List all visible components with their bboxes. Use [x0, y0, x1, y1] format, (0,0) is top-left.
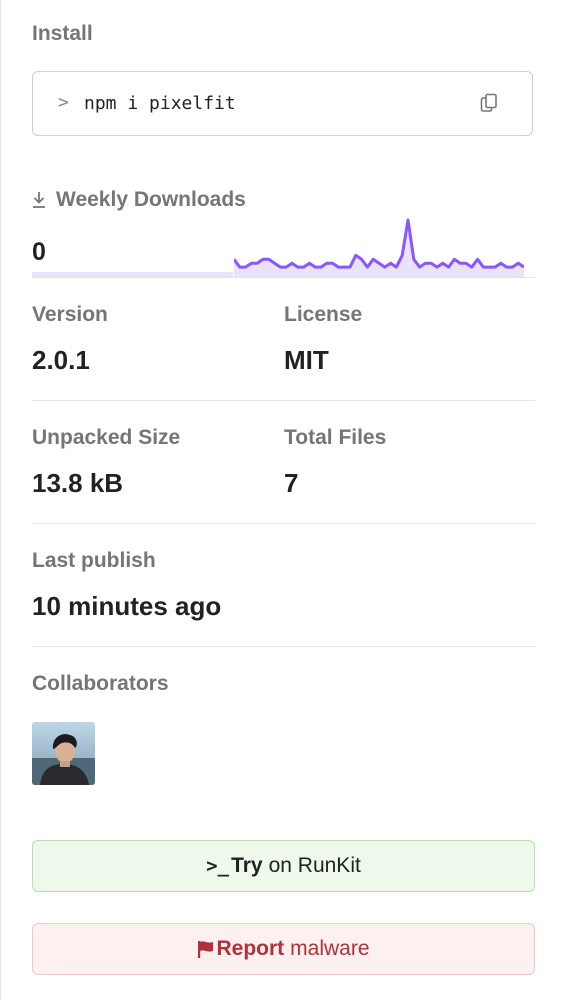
last-publish-label: Last publish: [32, 549, 156, 572]
weekly-downloads-sparkline[interactable]: [234, 212, 524, 278]
terminal-icon: >_: [206, 855, 230, 877]
download-icon: [33, 192, 45, 208]
install-command-box[interactable]: > npm i pixelfit: [32, 71, 533, 136]
sparkline-line: [234, 218, 524, 269]
install-heading: Install: [32, 22, 93, 45]
prompt-chevron-icon: >: [58, 92, 69, 113]
report-button-label: malware: [290, 937, 370, 960]
total-files-label: Total Files: [284, 426, 387, 449]
avatar-image: [32, 722, 95, 785]
unpacked-size-label: Unpacked Size: [32, 426, 181, 449]
version-value: 2.0.1: [32, 345, 90, 375]
divider: [32, 523, 535, 524]
weekly-downloads-heading: Weekly Downloads: [56, 188, 246, 211]
collaborator-avatar[interactable]: [32, 722, 95, 785]
divider: [32, 400, 535, 401]
total-files-value: 7: [284, 468, 299, 498]
license-label: License: [284, 303, 363, 326]
weekly-downloads-heading-row: Weekly Downloads: [32, 188, 246, 212]
sparkline-area: [234, 220, 524, 278]
runkit-button-label: on RunKit: [268, 854, 361, 877]
version-label: Version: [32, 303, 108, 326]
try-on-runkit-button[interactable]: >_ Try on RunKit: [32, 840, 535, 892]
report-button-bold-label: Report: [216, 937, 285, 960]
divider: [32, 646, 535, 647]
install-command-text[interactable]: npm i pixelfit: [84, 93, 236, 114]
collaborators-heading: Collaborators: [32, 672, 169, 695]
last-publish-value: 10 minutes ago: [32, 591, 222, 621]
report-malware-button[interactable]: Report malware: [32, 923, 535, 975]
runkit-button-bold-label: Try: [231, 854, 263, 877]
unpacked-size-value: 13.8 kB: [32, 468, 124, 498]
license-value: MIT: [284, 345, 329, 375]
flag-icon: [198, 940, 214, 958]
copy-icon[interactable]: [480, 93, 498, 113]
left-divider: [0, 0, 1, 1000]
weekly-downloads-count: 0: [32, 238, 46, 266]
divider: [32, 277, 535, 278]
